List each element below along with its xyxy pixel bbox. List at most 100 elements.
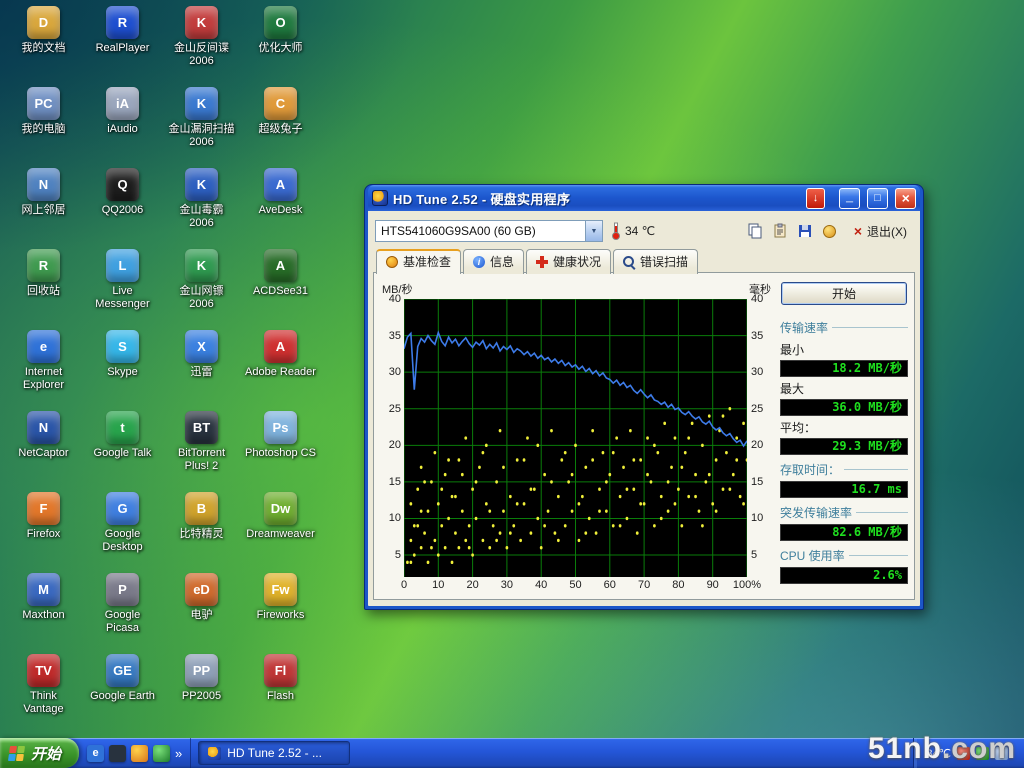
tab-error-scan[interactable]: 错误扫描 (613, 249, 698, 274)
desktop-icon-firefox[interactable]: F Firefox (4, 488, 83, 569)
desktop-icon-google-desktop[interactable]: GGoogle Desktop (83, 488, 162, 569)
qq2006-icon: Q (106, 168, 139, 201)
max-label: 最大 (780, 380, 908, 397)
copy-text-button[interactable] (769, 220, 791, 242)
desktop-icon-label: 金山毒霸 2006 (180, 204, 224, 229)
desktop-icon-recycle-bin[interactable]: R回收站 (4, 245, 83, 326)
exit-button[interactable]: × 退出(X) (848, 221, 913, 242)
media-player-quick-icon[interactable] (131, 745, 148, 762)
avg-value: 29.3 MB/秒 (780, 438, 908, 455)
flash-icon: Fl (264, 654, 297, 687)
save-icon (797, 223, 813, 239)
desktop-icon-flash[interactable]: Fl Flash (241, 650, 320, 731)
cpu-usage-value: 2.6% (780, 567, 908, 584)
desktop-icon-qq2006[interactable]: QQQ2006 (83, 164, 162, 245)
benchmark-chart: MB/秒 毫秒 403530252015105 403530252015105 … (380, 281, 773, 595)
desktop-icon-thinkvantage[interactable]: TVThink Vantage (4, 650, 83, 731)
y-tick-label: 25 (389, 403, 401, 415)
plot-svg (404, 299, 747, 577)
desktop-icon-internet-explorer[interactable]: eInternet Explorer (4, 326, 83, 407)
access-time-caption: 存取时间： (780, 461, 908, 478)
desktop-icon-label: Google Talk (94, 447, 152, 460)
tab-health[interactable]: 健康状况 (526, 249, 611, 274)
save-button[interactable] (794, 220, 816, 242)
start-button[interactable]: 开始 (781, 282, 907, 305)
minimize-button[interactable]: ─ (839, 188, 860, 209)
desktop-icon-google-picasa[interactable]: PGoogle Picasa (83, 569, 162, 650)
desktop-icon-kingsoft-duba[interactable]: K金山毒霸 2006 (162, 164, 241, 245)
desktop-icon-maxthon[interactable]: MMaxthon (4, 569, 83, 650)
tab-benchmark[interactable]: 基准检查 (376, 249, 461, 274)
ie-quick-icon[interactable]: e (87, 745, 104, 762)
show-desktop-quick-icon[interactable] (153, 745, 170, 762)
quick-launch-icon[interactable] (109, 745, 126, 762)
desktop-icon-netcaptor[interactable]: NNetCaptor (4, 407, 83, 488)
transfer-rate-caption: 传输速率 (780, 319, 908, 336)
hdtune-task-button[interactable]: HD Tune 2.52 - ... (198, 741, 350, 765)
desktop-icon-bitspirit[interactable]: B比特精灵 (162, 488, 241, 569)
y-tick-label: 5 (751, 549, 757, 561)
tab-info[interactable]: i 信息 (463, 249, 524, 274)
y-tick-label: 5 (395, 549, 401, 561)
firefox-icon: F (27, 492, 60, 525)
task-button-label: HD Tune 2.52 - ... (227, 746, 322, 760)
desktop-icon-label: PP2005 (182, 690, 221, 703)
options-button[interactable] (819, 220, 841, 242)
google-earth-icon: GE (106, 654, 139, 687)
desktop-icon-kingsoft-antispy[interactable]: K金山反间谍 2006 (162, 2, 241, 83)
desktop-icon-skype[interactable]: SSkype (83, 326, 162, 407)
desktop-icon-dreamweaver[interactable]: DwDreamweaver (241, 488, 320, 569)
quick-launch-expand-chevron[interactable]: » (175, 746, 182, 761)
tab-label: 信息 (490, 253, 514, 270)
copy-button[interactable] (744, 220, 766, 242)
desktop-icon-xunlei[interactable]: X迅雷 (162, 326, 241, 407)
maximize-button[interactable]: □ (867, 188, 888, 209)
desktop-icon-label: iAudio (107, 123, 138, 136)
hdtune-window: HD Tune 2.52 - 硬盘实用程序 ↓ ─ □ × HTS541060G… (364, 184, 924, 610)
desktop-icon-label: Firefox (27, 528, 61, 541)
dreamweaver-icon: Dw (264, 492, 297, 525)
dropdown-button[interactable]: ▼ (585, 221, 602, 241)
hdtune-app-icon (372, 190, 388, 206)
desktop-icon-my-computer[interactable]: PC我的电脑 (4, 83, 83, 164)
close-button[interactable]: × (895, 188, 916, 209)
desktop-icons: D我的文档RRealPlayerK金山反间谍 2006O优化大师PC我的电脑iA… (4, 2, 320, 731)
desktop-icon-youhua-dashi[interactable]: O优化大师 (241, 2, 320, 83)
desktop-icon-adobe-reader[interactable]: AAdobe Reader (241, 326, 320, 407)
benchmark-icon (386, 256, 398, 268)
desktop-icon-edonkey[interactable]: eD电驴 (162, 569, 241, 650)
desktop-icon-avedesk[interactable]: AAveDesk (241, 164, 320, 245)
desktop-icon-realplayer[interactable]: RRealPlayer (83, 2, 162, 83)
desktop-icon-iaudio[interactable]: iAiAudio (83, 83, 162, 164)
x-tick-label: 100% (733, 579, 761, 591)
kingsoft-netguard-icon: K (185, 249, 218, 282)
desktop-icon-live-messenger[interactable]: LLive Messenger (83, 245, 162, 326)
titlebar[interactable]: HD Tune 2.52 - 硬盘实用程序 ↓ ─ □ × (368, 185, 920, 211)
drive-select[interactable]: HTS541060G9SA00 (60 GB) ▼ (375, 220, 603, 242)
desktop-icon-kingsoft-netguard[interactable]: K金山网镖 2006 (162, 245, 241, 326)
desktop-icon-label: 金山反间谍 2006 (174, 42, 229, 67)
desktop-icon-super-rabbit[interactable]: C超级兔子 (241, 83, 320, 164)
desktop-icon-label: Google Earth (90, 690, 155, 703)
desktop-icon-label: RealPlayer (96, 42, 150, 55)
desktop-icon-pp2005[interactable]: PPPP2005 (162, 650, 241, 731)
desktop-icon-photoshop-cs[interactable]: PsPhotoshop CS (241, 407, 320, 488)
desktop-icon-google-talk[interactable]: t Google Talk (83, 407, 162, 488)
desktop-icon-fireworks[interactable]: FwFireworks (241, 569, 320, 650)
start-menu-button[interactable]: 开始 (0, 738, 79, 768)
desktop-icon-label: Flash (267, 690, 294, 703)
y-tick-label: 10 (389, 512, 401, 524)
access-time-value: 16.7 ms (780, 481, 908, 498)
desktop-icon-my-documents[interactable]: D我的文档 (4, 2, 83, 83)
desktop-icon-bittorrent-plus[interactable]: BTBitTorrent Plus! 2 (162, 407, 241, 488)
skin-arrow-button[interactable]: ↓ (806, 188, 825, 209)
y-tick-label: 30 (751, 366, 763, 378)
desktop-icon-kingsoft-scan[interactable]: K金山漏洞扫描 2006 (162, 83, 241, 164)
desktop-icon-google-earth[interactable]: GE Google Earth (83, 650, 162, 731)
desktop-icon-acdsee[interactable]: AACDSee31 (241, 245, 320, 326)
y-axis-left: 403530252015105 (380, 299, 404, 577)
desktop-icon-network-places[interactable]: N网上邻居 (4, 164, 83, 245)
max-value: 36.0 MB/秒 (780, 399, 908, 416)
options-icon (823, 225, 836, 238)
google-talk-icon: t (106, 411, 139, 444)
